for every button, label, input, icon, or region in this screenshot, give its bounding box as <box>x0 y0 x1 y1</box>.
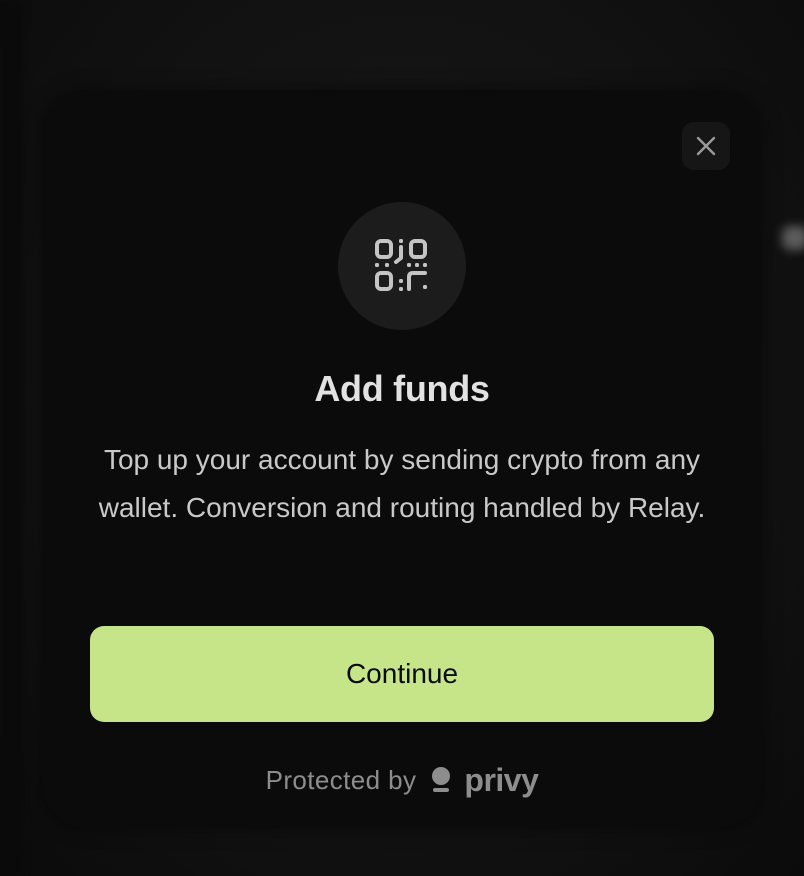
modal-title: Add funds <box>314 368 490 409</box>
add-funds-modal: Add funds Top up your account by sending… <box>42 90 762 828</box>
qr-code-icon <box>375 239 427 291</box>
backdrop-edge <box>0 0 22 876</box>
privy-wordmark: privy <box>464 761 539 798</box>
privy-logo[interactable]: privy <box>430 761 539 799</box>
continue-button[interactable]: Continue <box>90 626 714 722</box>
qr-icon-container <box>338 202 466 330</box>
blurred-background-element <box>782 226 804 250</box>
modal-description: Top up your account by sending crypto fr… <box>98 444 706 523</box>
close-icon <box>696 136 716 156</box>
privy-footer: Protected by privy <box>42 760 762 800</box>
privy-logo-icon <box>432 767 451 792</box>
close-button[interactable] <box>682 122 730 170</box>
protected-by-label: Protected by <box>265 764 417 795</box>
